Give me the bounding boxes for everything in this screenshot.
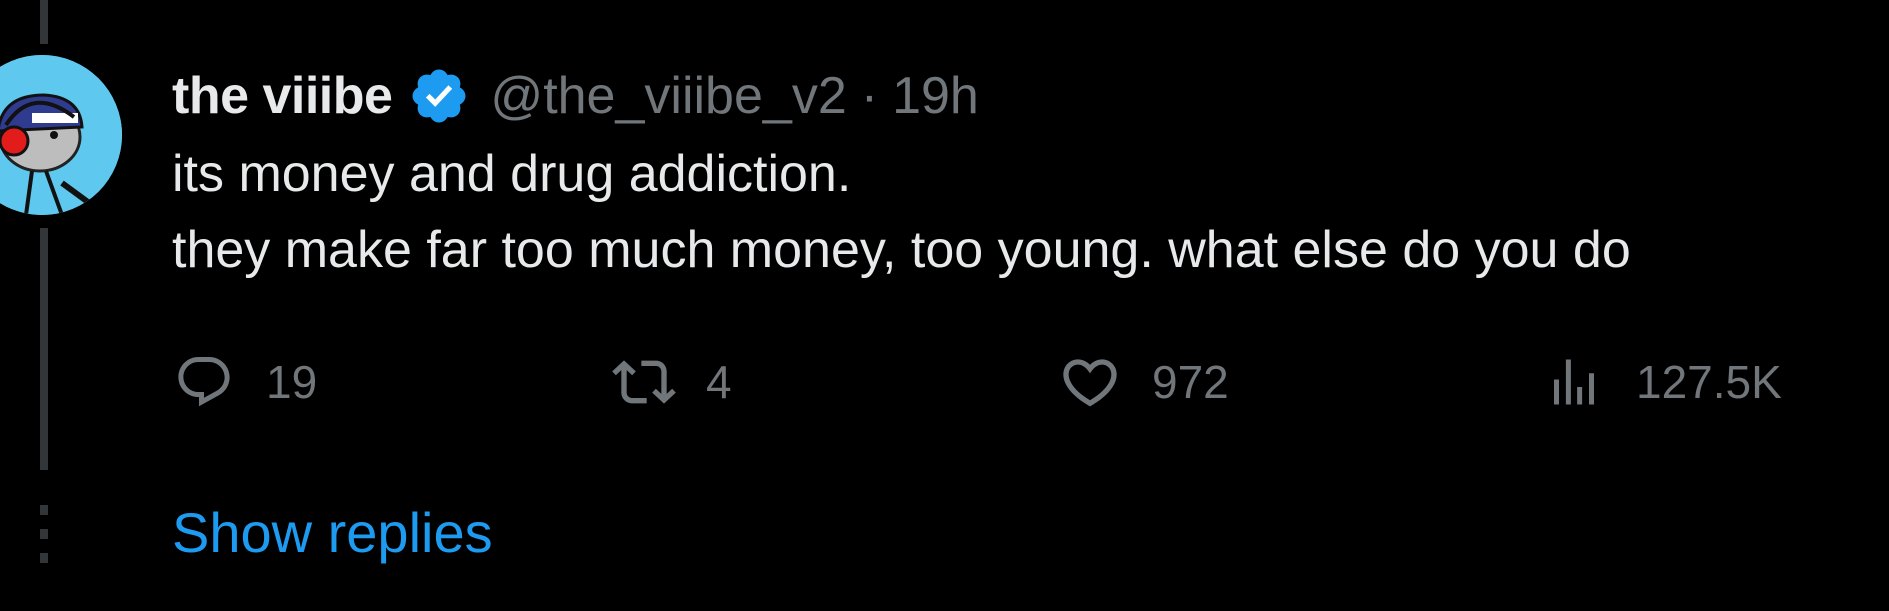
separator-dot: · <box>860 67 879 125</box>
views-icon <box>1542 350 1606 414</box>
reply-button[interactable]: 19 <box>172 342 317 422</box>
views-button[interactable]: 127.5K <box>1542 342 1782 422</box>
thread-dots <box>40 505 48 575</box>
tweet-actions: 19 4 972 127.5K <box>172 342 1782 422</box>
reply-icon <box>172 350 236 414</box>
tweet-thread: the viiibe @the_viiibe_v2 · 19h its mone… <box>0 0 1889 611</box>
retweet-count: 4 <box>706 356 732 408</box>
show-replies-link[interactable]: Show replies <box>172 500 493 565</box>
tweet-text-line: its money and drug addiction. <box>172 145 852 203</box>
thread-line <box>40 228 48 470</box>
avatar[interactable] <box>0 55 122 215</box>
author-name[interactable]: the viiibe <box>172 66 393 126</box>
views-count: 127.5K <box>1636 356 1782 408</box>
timestamp[interactable]: 19h <box>892 66 979 126</box>
heart-icon <box>1058 350 1122 414</box>
verified-badge-icon[interactable] <box>408 65 470 127</box>
tweet-text-line: they make far too much money, too young.… <box>172 221 1631 279</box>
like-button[interactable]: 972 <box>1058 342 1229 422</box>
thread-line <box>40 0 48 44</box>
reply-count: 19 <box>266 356 318 408</box>
retweet-icon <box>612 350 676 414</box>
retweet-button[interactable]: 4 <box>612 342 732 422</box>
tweet[interactable]: the viiibe @the_viiibe_v2 · 19h its mone… <box>172 58 1889 288</box>
tweet-header: the viiibe @the_viiibe_v2 · 19h <box>172 58 1889 134</box>
author-handle[interactable]: @the_viiibe_v2 <box>490 66 846 126</box>
tweet-text: its money and drug addiction. they make … <box>172 136 1889 288</box>
like-count: 972 <box>1152 356 1229 408</box>
